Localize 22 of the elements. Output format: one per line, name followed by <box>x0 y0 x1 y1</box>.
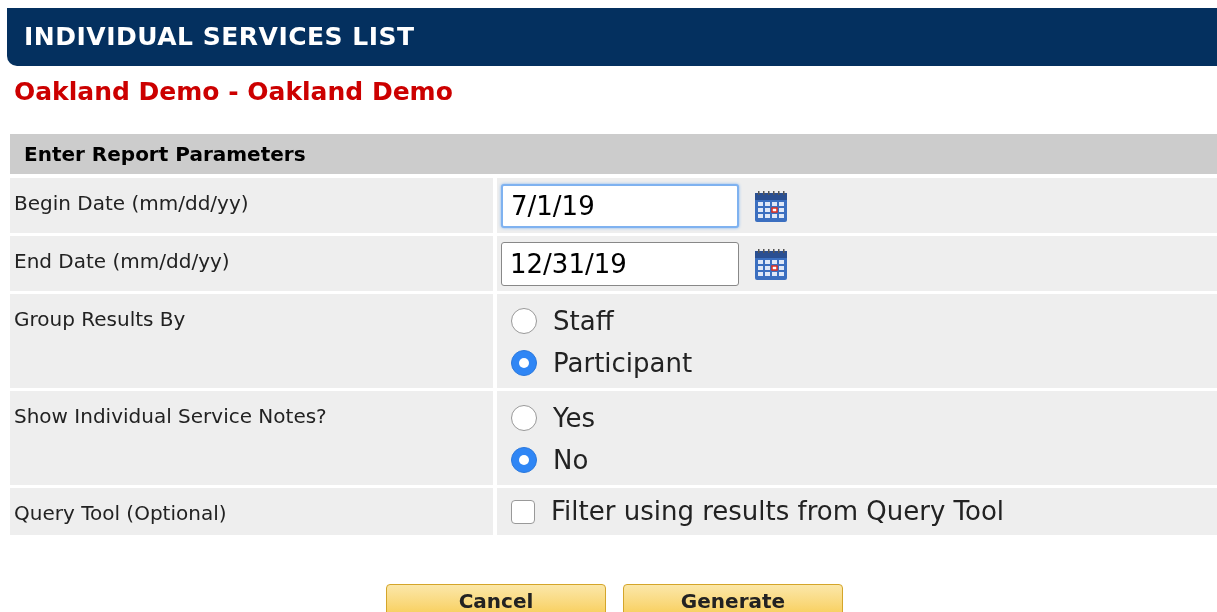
field-label: Query Tool (Optional) <box>14 501 227 525</box>
page-title: INDIVIDUAL SERVICES LIST <box>24 21 415 54</box>
date-field[interactable]: 12/31/19 <box>501 241 739 286</box>
option-label: No <box>553 443 589 477</box>
option-label: Yes <box>553 401 595 435</box>
option-label: Filter using results from Query Tool <box>551 495 1005 528</box>
date-field[interactable]: 7/1/19 <box>501 183 739 228</box>
field-label: Group Results By <box>14 307 186 331</box>
option-label: Participant <box>553 346 693 380</box>
action-button[interactable]: Generate <box>623 584 843 612</box>
field-label: Begin Date (mm/dd/yy) <box>14 191 249 215</box>
radio-button[interactable] <box>511 405 537 431</box>
radio-button[interactable] <box>511 350 537 376</box>
radio-button[interactable] <box>511 447 537 473</box>
organization-title: Oakland Demo - Oakland Demo <box>14 76 453 108</box>
section-title: Enter Report Parameters <box>24 141 306 168</box>
checkbox[interactable] <box>511 499 535 524</box>
action-button[interactable]: Cancel <box>386 584 606 612</box>
radio-button[interactable] <box>511 308 537 334</box>
field-label: End Date (mm/dd/yy) <box>14 249 230 273</box>
field-label: Show Individual Service Notes? <box>14 404 327 428</box>
option-label: Staff <box>553 304 614 338</box>
